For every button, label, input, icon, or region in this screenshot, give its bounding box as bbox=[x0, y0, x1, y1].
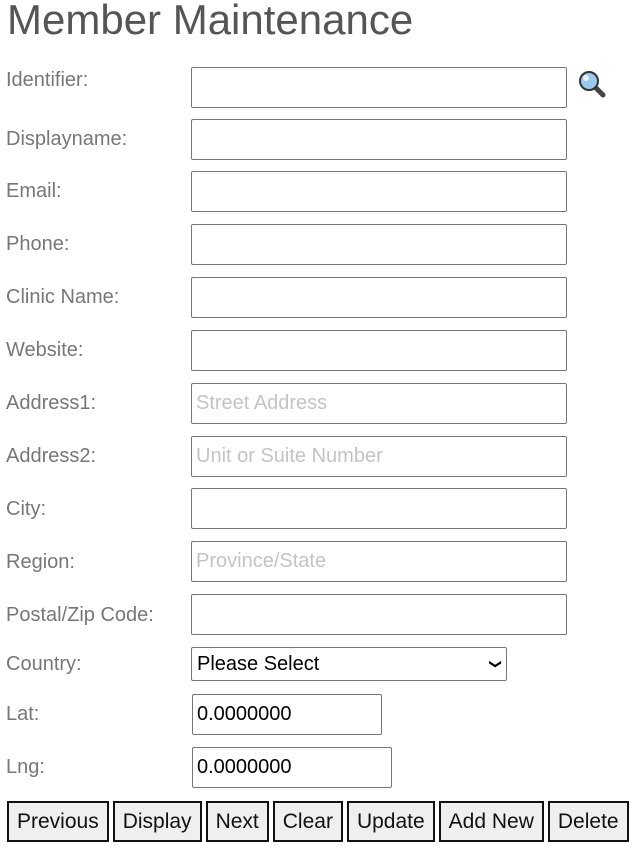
identifier-input[interactable] bbox=[191, 67, 567, 108]
clinic-name-label: Clinic Name: bbox=[6, 286, 120, 308]
website-input[interactable] bbox=[191, 330, 567, 371]
city-label: City: bbox=[6, 498, 46, 520]
lng-input[interactable] bbox=[192, 747, 392, 788]
postal-code-label: Postal/Zip Code: bbox=[6, 604, 154, 626]
clinic-name-input[interactable] bbox=[191, 277, 567, 318]
next-button[interactable]: Next bbox=[205, 801, 269, 842]
lat-label: Lat: bbox=[6, 703, 40, 725]
display-button[interactable]: Display bbox=[112, 801, 202, 842]
address2-label: Address2: bbox=[6, 445, 97, 467]
country-select[interactable]: Please Select ❯ bbox=[191, 647, 507, 681]
address1-label: Address1: bbox=[6, 392, 97, 414]
delete-button[interactable]: Delete bbox=[547, 801, 629, 842]
email-label: Email: bbox=[6, 180, 62, 202]
website-label: Website: bbox=[6, 339, 84, 361]
region-input[interactable] bbox=[191, 541, 567, 582]
previous-button[interactable]: Previous bbox=[7, 801, 109, 842]
search-icon[interactable] bbox=[577, 69, 607, 99]
country-label: Country: bbox=[6, 653, 82, 675]
chevron-down-icon: ❯ bbox=[488, 658, 503, 670]
displayname-label: Displayname: bbox=[6, 128, 128, 150]
add-new-button[interactable]: Add New bbox=[438, 801, 544, 842]
postal-code-input[interactable] bbox=[191, 594, 567, 635]
country-selected-value: Please Select bbox=[197, 652, 320, 675]
address1-input[interactable] bbox=[191, 383, 567, 424]
identifier-label: Identifier: bbox=[6, 69, 89, 91]
phone-label: Phone: bbox=[6, 233, 70, 255]
page-title: Member Maintenance bbox=[7, 0, 414, 43]
address2-input[interactable] bbox=[191, 436, 567, 477]
lng-label: Lng: bbox=[6, 756, 45, 778]
clear-button[interactable]: Clear bbox=[272, 801, 343, 842]
action-buttons: Previous Display Next Clear Update Add N… bbox=[7, 801, 629, 842]
phone-input[interactable] bbox=[191, 224, 567, 265]
lat-input[interactable] bbox=[192, 694, 382, 735]
update-button[interactable]: Update bbox=[346, 801, 435, 842]
region-label: Region: bbox=[6, 551, 75, 573]
city-input[interactable] bbox=[191, 488, 567, 529]
displayname-input[interactable] bbox=[191, 119, 567, 160]
email-input[interactable] bbox=[191, 171, 567, 212]
